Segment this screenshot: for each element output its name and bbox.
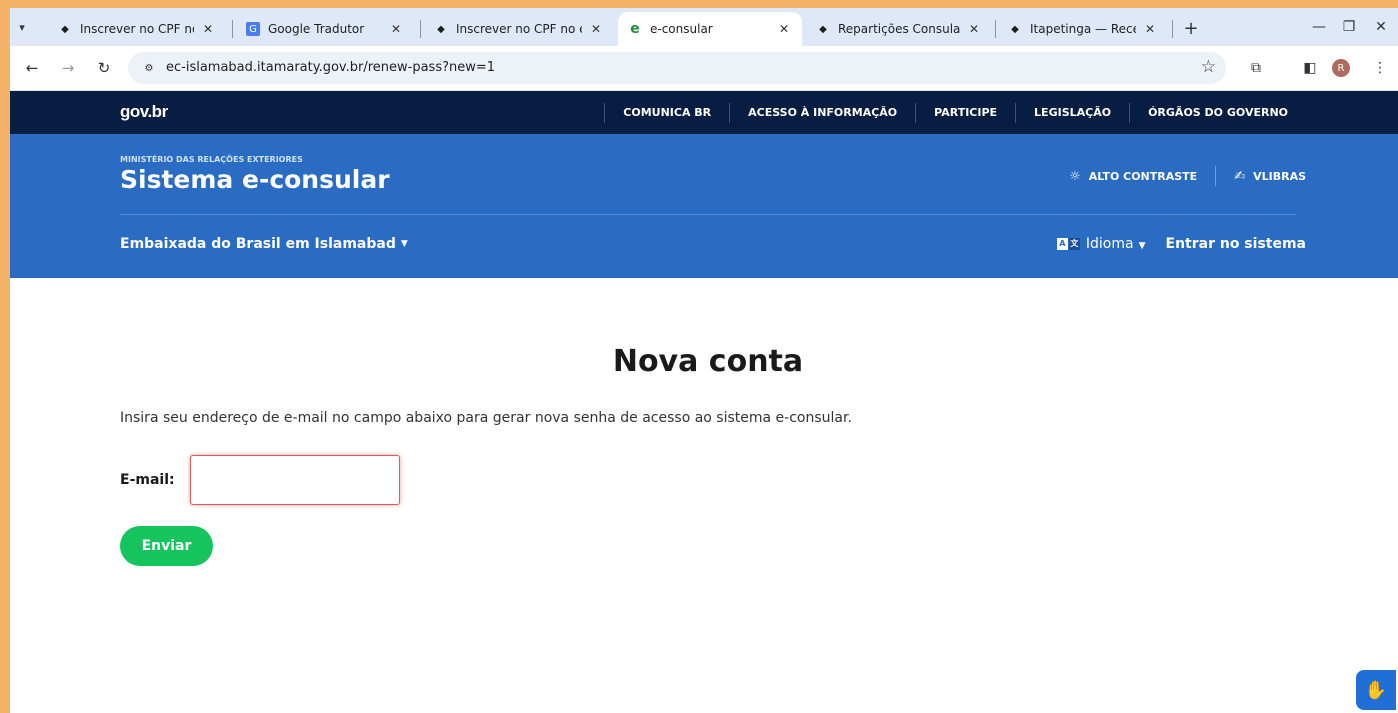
tool-separator — [1215, 166, 1217, 186]
main-content: Nova conta Insira seu endereço de e-mail… — [10, 278, 1398, 713]
forward-button[interactable]: → — [56, 56, 80, 80]
vlibras-widget-button[interactable]: ✋ — [1356, 670, 1396, 710]
hand-sign-icon: ✋ — [1364, 679, 1388, 701]
page-title: Nova conta — [612, 344, 804, 379]
browser-window: ▾ ◆ Inscrever no CPF no e ✕ G Google Tra… — [10, 8, 1398, 713]
close-icon[interactable]: ✕ — [966, 21, 982, 37]
govnav-participe[interactable]: PARTICIPE — [915, 102, 1015, 123]
close-icon[interactable]: ✕ — [776, 21, 792, 37]
tab-0[interactable]: ◆ Inscrever no CPF no e ✕ — [48, 12, 226, 46]
caret-down-icon: ▼ — [1138, 241, 1146, 251]
chevron-down-icon: ▾ — [19, 20, 25, 34]
minimize-button[interactable]: — — [1304, 16, 1334, 38]
govbr-top-bar: gov.br COMUNICA BR ACESSO À INFORMAÇÃO P… — [10, 91, 1398, 134]
embassy-dropdown[interactable]: Embaixada do Brasil em Islamabad ▼ — [120, 236, 408, 252]
tab-title: e-consular — [650, 22, 713, 36]
govnav-orgaos-governo[interactable]: ÓRGÃOS DO GOVERNO — [1129, 102, 1306, 123]
accessibility-tools: ☼ ALTO CONTRASTE ✍ VLIBRAS — [1069, 166, 1306, 186]
tab-title: Google Tradutor — [268, 22, 365, 36]
govbr-favicon-icon: ◆ — [61, 23, 69, 35]
login-link[interactable]: Entrar no sistema — [1166, 236, 1307, 252]
site-header: MINISTÉRIO DAS RELAÇÕES EXTERIORES Siste… — [10, 134, 1398, 278]
govnav-comunica-br[interactable]: COMUNICA BR — [604, 102, 729, 123]
govbr-favicon-icon: ◆ — [819, 23, 827, 35]
govbr-nav: COMUNICA BR ACESSO À INFORMAÇÃO PARTICIP… — [604, 91, 1306, 134]
email-label: E-mail: — [120, 472, 175, 488]
high-contrast-button[interactable]: ☼ ALTO CONTRASTE — [1069, 169, 1197, 184]
caret-down-icon: ▼ — [400, 239, 408, 249]
sun-contrast-icon: ☼ — [1069, 168, 1081, 184]
reload-icon: ↻ — [97, 59, 111, 77]
reload-button[interactable]: ↻ — [92, 56, 116, 80]
browser-toolbar: ← → ↻ ⚙ ec-islamabad.itamaraty.gov.br/re… — [10, 46, 1398, 91]
close-icon[interactable]: ✕ — [200, 21, 216, 37]
tab-separator — [1172, 20, 1173, 38]
url-text[interactable]: ec-islamabad.itamaraty.gov.br/renew-pass… — [166, 60, 495, 75]
arrow-right-icon: → — [61, 59, 75, 77]
instruction-text: Insira seu endereço de e-mail no campo a… — [120, 410, 852, 426]
system-title[interactable]: Sistema e-consular — [120, 165, 390, 194]
header-right-nav: A文 Idioma ▼ Entrar no sistema — [1056, 236, 1307, 252]
hand-sign-icon: ✍ — [1234, 168, 1246, 184]
vlibras-button[interactable]: ✍ VLIBRAS — [1234, 169, 1306, 184]
google-translate-favicon-icon: G — [246, 22, 260, 36]
tab-separator — [995, 20, 996, 38]
close-icon[interactable]: ✕ — [588, 21, 604, 37]
email-field[interactable] — [190, 455, 400, 505]
language-label: Idioma — [1085, 236, 1134, 252]
plus-icon: + — [1183, 17, 1199, 39]
tab-2[interactable]: ◆ Inscrever no CPF no e ✕ — [424, 12, 614, 46]
close-icon[interactable]: ✕ — [1142, 21, 1158, 37]
high-contrast-label: ALTO CONTRASTE — [1088, 169, 1198, 183]
arrow-left-icon: ← — [25, 59, 39, 77]
language-icon: A文 — [1056, 238, 1080, 250]
tab-separator — [232, 20, 233, 38]
menu-kebab-icon[interactable]: ⋮ — [1370, 58, 1390, 78]
ministry-label: MINISTÉRIO DAS RELAÇÕES EXTERIORES — [120, 155, 303, 164]
govnav-legislacao[interactable]: LEGISLAÇÃO — [1015, 102, 1129, 123]
e-consular-favicon-icon: e — [630, 21, 640, 37]
tab-title: Repartições Consular — [838, 22, 960, 36]
tab-title: Inscrever no CPF no e — [456, 22, 582, 36]
close-icon: ✕ — [1375, 19, 1387, 35]
restore-icon: ❐ — [1342, 19, 1356, 35]
tab-title: Itapetinga — Receita — [1030, 22, 1136, 36]
close-window-button[interactable]: ✕ — [1366, 16, 1396, 38]
close-icon[interactable]: ✕ — [388, 21, 404, 37]
language-dropdown[interactable]: Idioma ▼ — [1086, 236, 1146, 252]
profile-avatar[interactable]: R — [1332, 59, 1350, 77]
tab-search-button[interactable]: ▾ — [10, 15, 34, 39]
tab-title: Inscrever no CPF no e — [80, 22, 194, 36]
tab-4[interactable]: ◆ Repartições Consular ✕ — [806, 12, 992, 46]
submit-button[interactable]: Enviar — [120, 526, 213, 566]
tab-3-active[interactable]: e e-consular ✕ — [618, 12, 802, 46]
extensions-icon[interactable]: ⧉ — [1246, 58, 1266, 78]
govnav-acesso-informacao[interactable]: ACESSO À INFORMAÇÃO — [729, 102, 915, 123]
back-button[interactable]: ← — [20, 56, 44, 80]
minimize-icon: — — [1312, 19, 1326, 35]
header-divider — [120, 214, 1296, 215]
vlibras-label: VLIBRAS — [1253, 169, 1306, 183]
govbr-favicon-icon: ◆ — [437, 23, 445, 35]
site-info-icon[interactable]: ⚙ — [140, 59, 158, 77]
embassy-label: Embaixada do Brasil em Islamabad — [120, 236, 396, 252]
new-tab-button[interactable]: + — [1180, 17, 1202, 39]
tab-1[interactable]: G Google Tradutor ✕ — [236, 12, 414, 46]
side-panel-icon[interactable]: ◧ — [1300, 58, 1320, 78]
address-bar[interactable]: ⚙ ec-islamabad.itamaraty.gov.br/renew-pa… — [128, 52, 1226, 84]
tab-strip: ▾ ◆ Inscrever no CPF no e ✕ G Google Tra… — [10, 8, 1398, 46]
govbr-favicon-icon: ◆ — [1011, 23, 1019, 35]
tab-separator — [420, 20, 421, 38]
restore-button[interactable]: ❐ — [1334, 16, 1364, 38]
govbr-logo[interactable]: gov.br — [120, 102, 168, 122]
tab-5[interactable]: ◆ Itapetinga — Receita ✕ — [998, 12, 1168, 46]
bookmark-star-icon[interactable]: ☆ — [1201, 57, 1216, 77]
